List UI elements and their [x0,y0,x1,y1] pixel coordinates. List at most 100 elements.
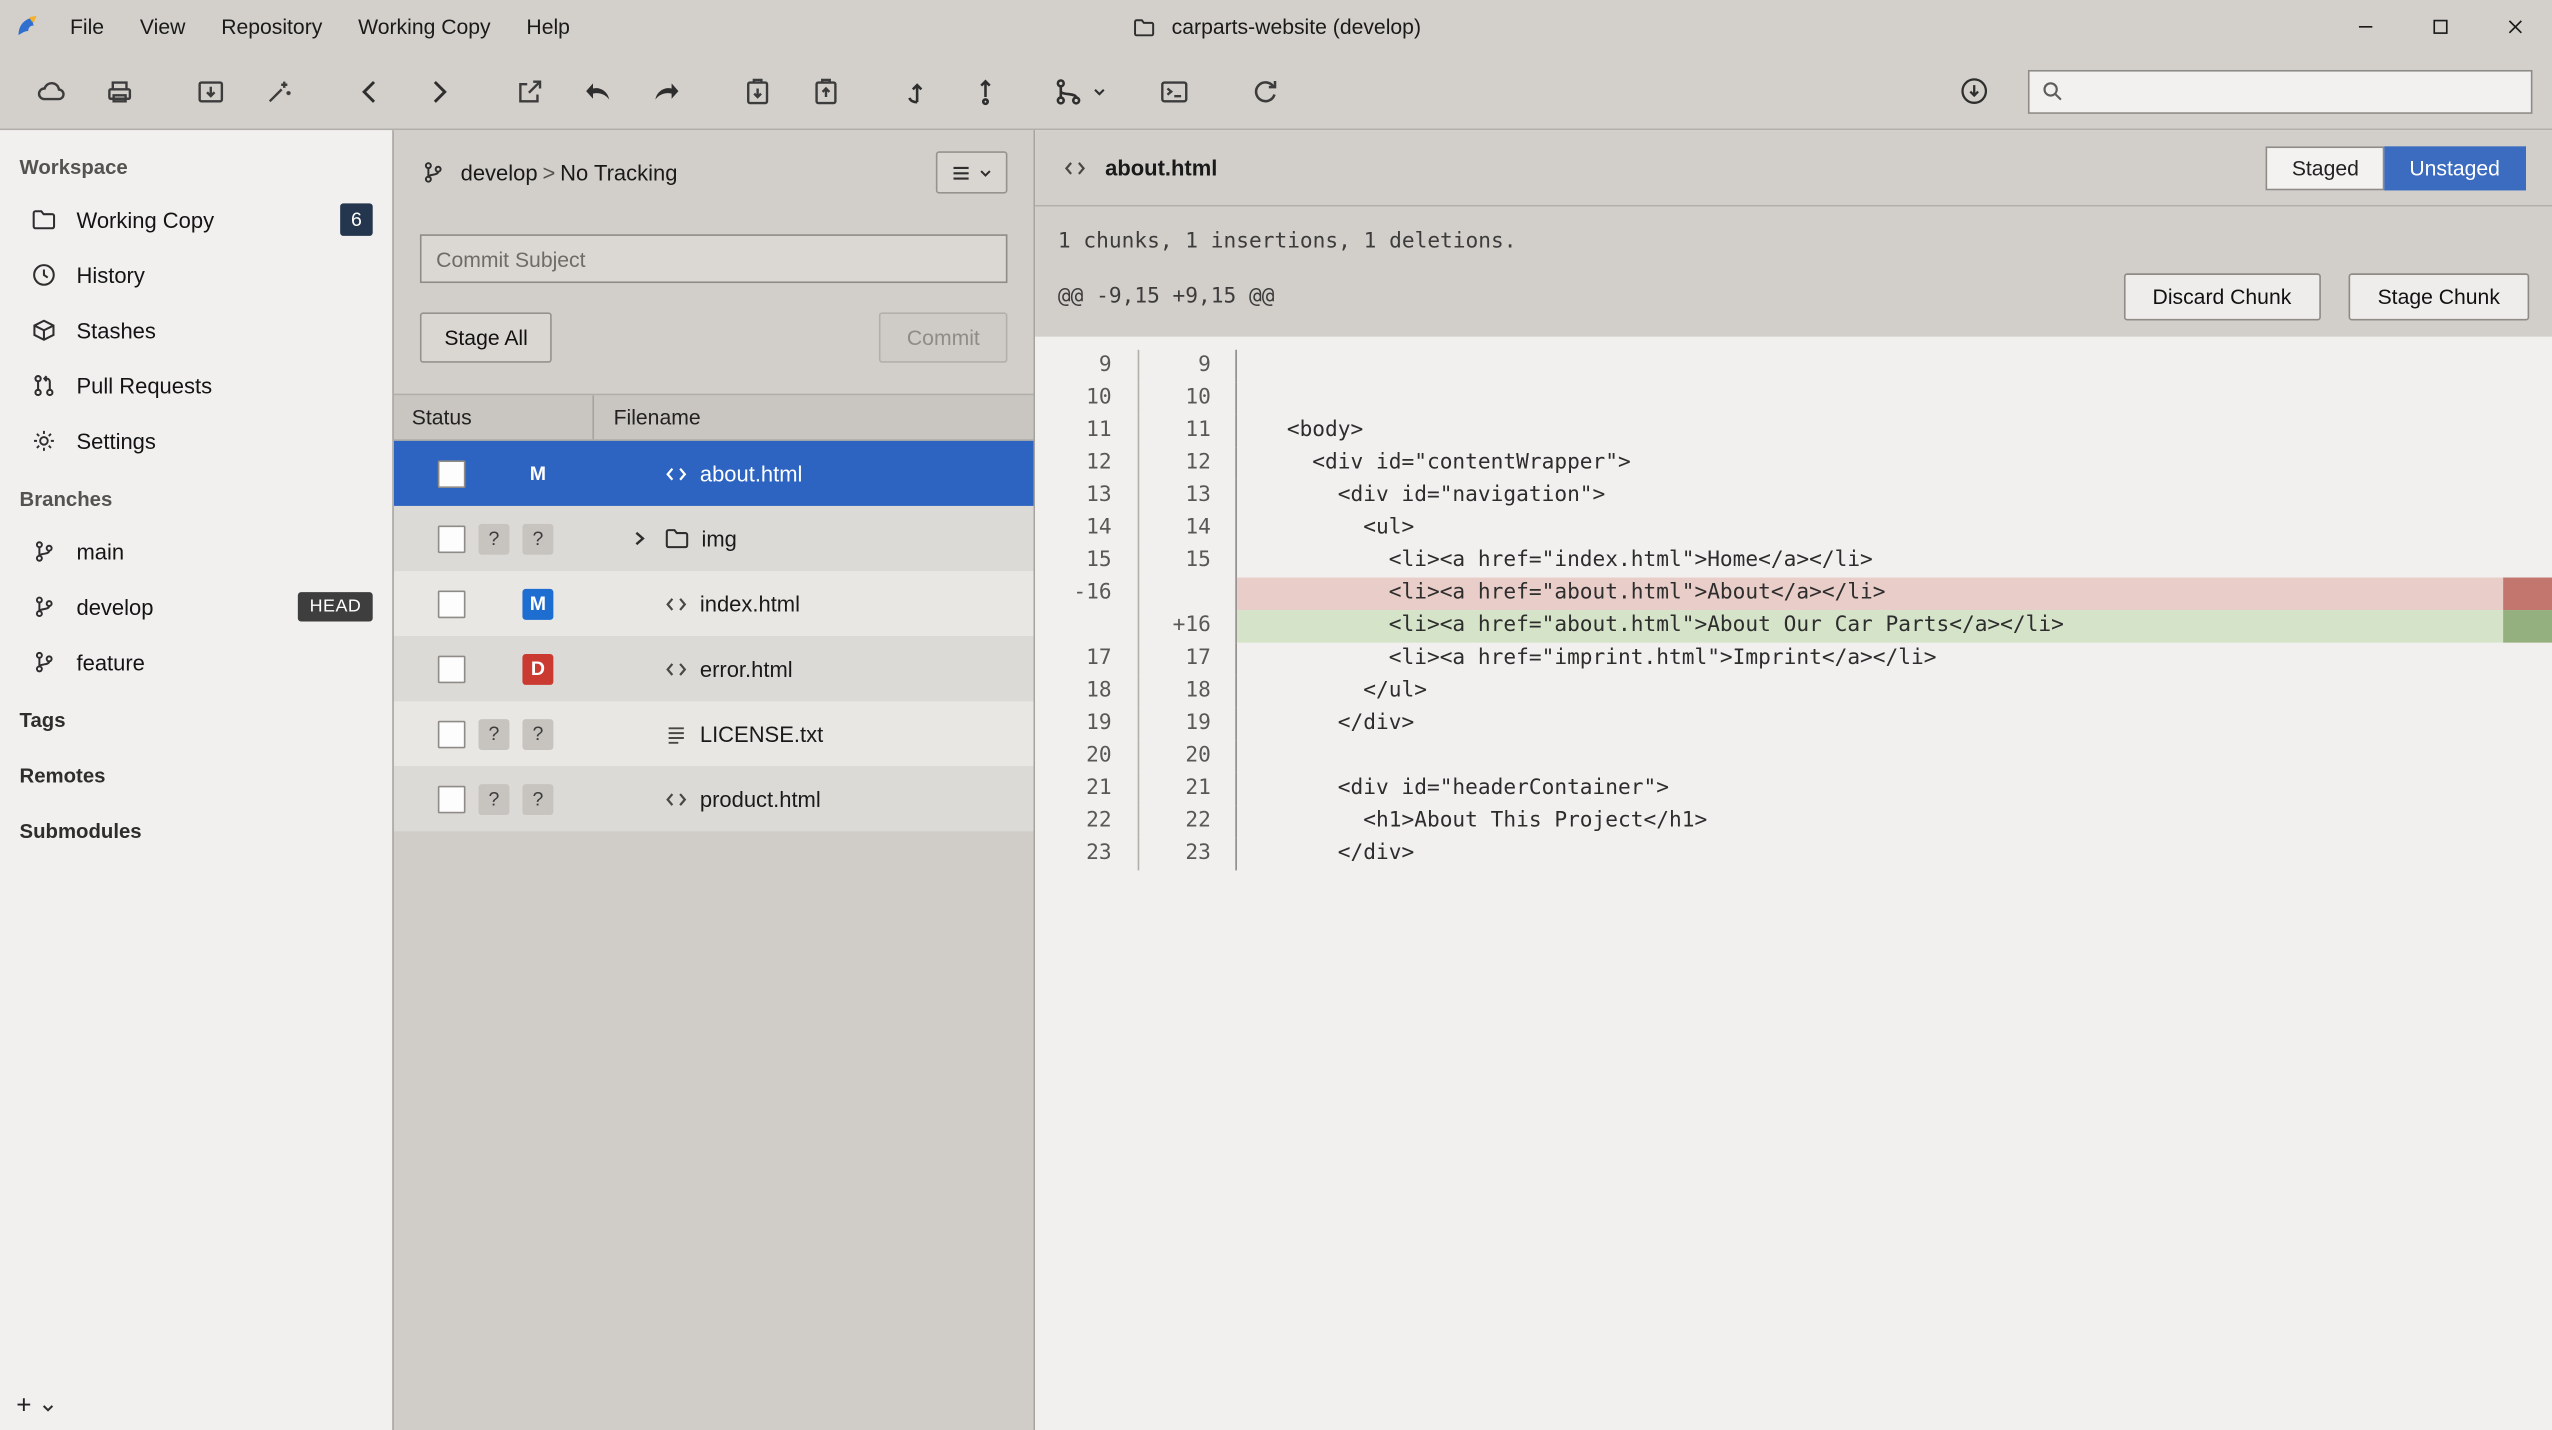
diff-line[interactable]: 1515 <li><a href="index.html">Home</a></… [1035,545,2552,578]
add-repository-button[interactable]: + [16,1394,31,1420]
sidebar: WorkspaceWorking Copy6HistoryStashesPull… [0,130,394,1430]
sidebar-item-history[interactable]: History [0,247,392,302]
diff-line[interactable]: 2222 <h1>About This Project</h1> [1035,805,2552,838]
magic-wand-button[interactable] [244,62,312,121]
sidebar-item-pull-requests[interactable]: Pull Requests [0,358,392,413]
file-checkbox[interactable] [438,655,466,683]
file-checkbox[interactable] [438,785,466,813]
chevron-down-icon [978,165,993,180]
sidebar-section-tags[interactable]: Tags [0,690,392,745]
sidebar-badge: 6 [340,203,373,236]
sidebar-item-feature[interactable]: feature [0,634,392,689]
expand-chevron-icon[interactable] [627,529,653,549]
breadcrumb[interactable]: develop>No Tracking [461,160,678,184]
file-checkbox[interactable] [438,720,466,748]
diff-line[interactable]: 1212 <div id="contentWrapper"> [1035,447,2552,480]
column-header-status[interactable]: Status [394,395,594,439]
stage-chunk-button[interactable]: Stage Chunk [2348,273,2529,320]
file-name-cell: img [594,524,1033,553]
toolbar-group [495,62,700,121]
tray-arrow-button[interactable] [176,62,244,121]
file-row-indexhtml[interactable]: Mindex.html [394,571,1034,636]
curved-arrow-right-button[interactable] [631,62,699,121]
repo-folder-icon [1131,14,1157,40]
sidebar-section-branches[interactable]: Branches [0,469,392,524]
sidebar-item-develop[interactable]: developHEAD [0,579,392,634]
diff-line[interactable]: 1818 </ul> [1035,675,2552,708]
diff-line[interactable]: 2121 <div id="headerContainer"> [1035,773,2552,806]
chevron-down-icon [41,1400,56,1415]
cloud-icon [33,74,67,108]
file-checkbox[interactable] [438,525,466,553]
file-row-img[interactable]: ??img [394,506,1034,571]
diff-line[interactable]: 1313 <div id="navigation"> [1035,480,2552,513]
maximize-button[interactable] [2402,0,2477,54]
file-status-cell: ?? [394,523,594,554]
column-header-filename[interactable]: Filename [594,395,701,439]
terminal-button[interactable] [1139,62,1207,121]
file-row-abouthtml[interactable]: Mabout.html [394,441,1034,506]
curved-arrow-left-button[interactable] [563,62,631,121]
file-checkbox[interactable] [438,460,466,488]
menu-help[interactable]: Help [509,0,588,54]
sidebar-section-remotes[interactable]: Remotes [0,745,392,800]
file-table-header: Status Filename [394,395,1034,441]
diff-line[interactable]: 99 [1035,350,2552,383]
sidebar-item-settings[interactable]: Settings [0,413,392,468]
code-text: </ul> [1237,675,2552,708]
discard-chunk-button[interactable]: Discard Chunk [2123,273,2320,320]
file-checkbox[interactable] [438,590,466,618]
close-button[interactable] [2477,0,2552,54]
menu-view[interactable]: View [122,0,203,54]
search-input[interactable] [2075,79,2519,103]
diff-line[interactable]: 2020 [1035,740,2552,773]
status-badge-m: M [522,458,553,489]
file-row-producthtml[interactable]: ??product.html [394,766,1034,831]
diff-line[interactable]: +16 <li><a href="about.html">About Our C… [1035,610,2552,643]
nav-forward-button[interactable] [404,62,472,121]
tab-unstaged[interactable]: Unstaged [2385,146,2526,190]
branch-tools-button[interactable] [1042,62,1117,121]
arrow-export-button[interactable] [495,62,563,121]
printer-button[interactable] [85,62,153,121]
menu-working-copy[interactable]: Working Copy [340,0,508,54]
diff-line[interactable]: 1717 <li><a href="imprint.html">Imprint<… [1035,643,2552,676]
file-name: about.html [700,461,803,485]
file-row-licensetxt[interactable]: ??LICENSE.txt [394,701,1034,766]
sidebar-item-label: Settings [76,429,155,453]
commit-options-button[interactable] [936,151,1008,193]
diff-line[interactable]: 1919 </div> [1035,708,2552,741]
clipboard-down-button[interactable] [723,62,791,121]
sidebar-section-submodules[interactable]: Submodules [0,800,392,855]
file-row-errorhtml[interactable]: Derror.html [394,636,1034,701]
sidebar-item-main[interactable]: main [0,524,392,579]
menu-file[interactable]: File [52,0,122,54]
menu-repository[interactable]: Repository [203,0,340,54]
commit-subject-input[interactable] [420,234,1008,283]
sidebar-item-stashes[interactable]: Stashes [0,303,392,358]
sidebar-footer: + [16,1394,56,1420]
diff-line[interactable]: 2323 </div> [1035,838,2552,871]
branch-icon [420,159,446,185]
diff-body: 9910101111 <body>1212 <div id="contentWr… [1035,337,2552,1430]
menu-bar: FileViewRepositoryWorking CopyHelp [52,0,588,54]
commit-button[interactable]: Commit [879,312,1007,362]
minimize-button[interactable] [2327,0,2402,54]
diff-line[interactable]: 1010 [1035,382,2552,415]
pull-button[interactable] [882,62,950,121]
stage-all-button[interactable]: Stage All [420,312,552,362]
diff-line[interactable]: -16 <li><a href="about.html">About</a></… [1035,578,2552,611]
nav-back-button[interactable] [335,62,403,121]
cloud-button[interactable] [16,62,84,121]
arrow-export-icon [512,74,546,108]
diff-line[interactable]: 1111 <body> [1035,415,2552,448]
refresh-button[interactable] [1230,62,1298,121]
clipboard-up-button[interactable] [791,62,859,121]
sidebar-item-working-copy[interactable]: Working Copy6 [0,192,392,247]
diff-line[interactable]: 1414 <ul> [1035,512,2552,545]
push-button[interactable] [950,62,1018,121]
download-button[interactable] [1940,62,2008,121]
add-menu-button[interactable] [41,1395,56,1419]
tab-staged[interactable]: Staged [2266,146,2385,190]
sidebar-section-workspace[interactable]: Workspace [0,137,392,192]
